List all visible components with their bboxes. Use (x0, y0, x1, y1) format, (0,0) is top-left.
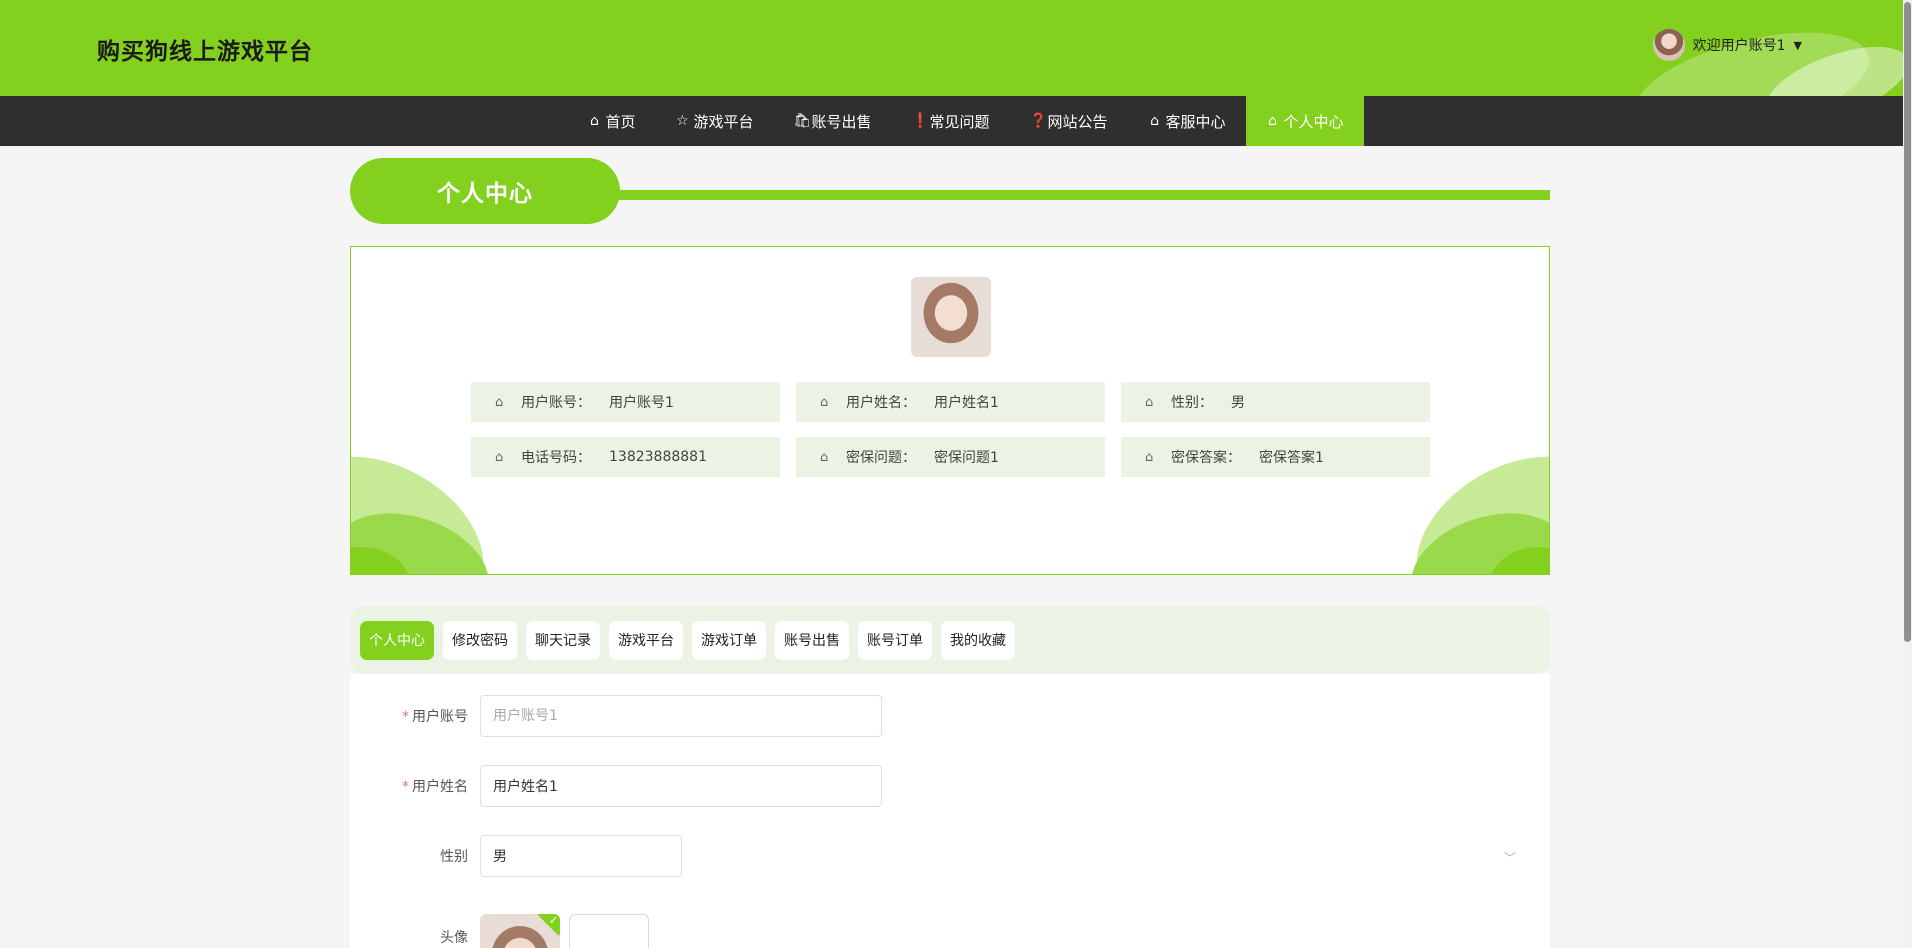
upload-button[interactable]: + (569, 914, 649, 948)
form-row-avatar: 头像 ✓ + (350, 900, 649, 948)
profile-form: *用户账号 *用户姓名 性别 男 ﹀ 头像 ✓ + (350, 674, 1550, 948)
required-mark: * (402, 709, 409, 725)
profile-info-grid: ⌂ 用户账号： 用户账号1 ⌂ 用户姓名： 用户姓名1 ⌂ 性别： 男 ⌂ 电话… (471, 382, 1430, 477)
alert-icon: ❗ (911, 113, 929, 129)
section-divider-line (610, 190, 1550, 200)
main-nav: ⌂ 首页 ☆ 游戏平台 🛍 账号出售 ❗ 常见问题 ❓ 网站公告 ⌂ 客服中心 … (0, 96, 1903, 146)
welcome-text: 欢迎用户账号1 (1692, 38, 1786, 54)
info-value: 用户姓名1 (934, 395, 999, 411)
info-label: 密保问题： (846, 450, 916, 466)
nav-item-customer-service[interactable]: ⌂ 客服中心 (1128, 96, 1246, 146)
scrollbar-thumb[interactable] (1904, 2, 1911, 642)
tab-personal-center[interactable]: 个人中心 (360, 620, 434, 660)
info-label: 用户账号： (521, 395, 591, 411)
nav-item-label: 客服中心 (1165, 112, 1226, 131)
info-name: ⌂ 用户姓名： 用户姓名1 (796, 382, 1105, 422)
form-row-name: * 用户姓名 (350, 765, 882, 807)
tab-change-password[interactable]: 修改密码 (443, 620, 517, 660)
tab-chat-history[interactable]: 聊天记录 (526, 620, 600, 660)
nav-item-account-sale[interactable]: 🛍 账号出售 (773, 96, 891, 146)
bag-icon: 🛍 (793, 113, 812, 129)
chevron-down-icon[interactable]: ﹀ (1504, 849, 1516, 866)
star-icon: ☆ (676, 113, 689, 129)
info-label: 密保答案： (1171, 450, 1241, 466)
nav-item-label: 网站公告 (1047, 112, 1108, 131)
nav-item-label: 游戏平台 (693, 112, 754, 131)
profile-tab-bar: 个人中心 修改密码 聊天记录 游戏平台 游戏订单 账号出售 账号订单 我的收藏 (350, 606, 1550, 674)
home-icon: ⌂ (495, 449, 504, 465)
name-input[interactable] (480, 765, 882, 807)
nav-item-faq[interactable]: ❗ 常见问题 (891, 96, 1009, 146)
account-input[interactable] (480, 695, 882, 737)
home-icon: ⌂ (1145, 394, 1154, 410)
info-account: ⌂ 用户账号： 用户账号1 (471, 382, 780, 422)
section-header: 个人中心 (350, 158, 1550, 224)
tab-account-sale[interactable]: 账号出售 (775, 620, 849, 660)
info-value: 用户账号1 (609, 395, 674, 411)
section-title: 个人中心 (350, 158, 620, 224)
nav-item-label: 首页 (605, 112, 636, 131)
home-icon: ⌂ (1150, 113, 1159, 129)
info-security-answer: ⌂ 密保答案： 密保答案1 (1121, 437, 1430, 477)
nav-item-label: 账号出售 (811, 112, 872, 131)
page-scrollbar[interactable] (1903, 0, 1912, 948)
home-icon: ⌂ (1145, 449, 1154, 465)
home-icon: ⌂ (495, 394, 504, 410)
gender-label: 性别 (440, 849, 468, 865)
avatar-thumbnail[interactable]: ✓ (480, 914, 560, 948)
nav-item-personal-center[interactable]: ⌂ 个人中心 (1245, 96, 1364, 146)
info-gender: ⌂ 性别： 男 (1121, 382, 1430, 422)
info-security-question: ⌂ 密保问题： 密保问题1 (796, 437, 1105, 477)
gender-select-value: 男 (493, 849, 507, 865)
info-phone: ⌂ 电话号码： 13823888881 (471, 437, 780, 477)
nav-item-label: 个人中心 (1283, 112, 1344, 131)
info-label: 电话号码： (521, 450, 591, 466)
home-icon: ⌂ (820, 394, 829, 410)
form-row-gender: 性别 男 ﹀ (350, 835, 1550, 877)
info-value: 13823888881 (609, 449, 707, 465)
account-label: * 用户账号 (350, 706, 480, 726)
tab-game-orders[interactable]: 游戏订单 (692, 620, 766, 660)
required-mark: * (402, 779, 409, 795)
user-menu[interactable]: 欢迎用户账号1 ▼ (1652, 29, 1802, 61)
nav-item-home[interactable]: ⌂ 首页 (567, 96, 655, 146)
info-value: 密保问题1 (934, 450, 999, 466)
name-label-text: 用户姓名 (412, 779, 468, 795)
home-icon: ⌂ (820, 449, 829, 465)
account-label-text: 用户账号 (412, 709, 468, 725)
gender-select[interactable]: 男 (480, 835, 682, 877)
profile-card: ⌂ 用户账号： 用户账号1 ⌂ 用户姓名： 用户姓名1 ⌂ 性别： 男 ⌂ 电话… (350, 246, 1550, 575)
info-label: 用户姓名： (846, 395, 916, 411)
plus-icon: + (596, 944, 621, 948)
form-row-account: * 用户账号 (350, 695, 882, 737)
tab-game-platform[interactable]: 游戏平台 (609, 620, 683, 660)
home-icon: ⌂ (1268, 113, 1277, 129)
profile-avatar (911, 277, 991, 357)
header-bar: 购买狗线上游戏平台 欢迎用户账号1 ▼ (0, 0, 1912, 96)
nav-item-label: 常见问题 (929, 112, 990, 131)
info-label: 性别： (1171, 395, 1213, 411)
info-value: 密保答案1 (1259, 450, 1324, 466)
user-avatar (1652, 29, 1685, 61)
nav-item-game-platform[interactable]: ☆ 游戏平台 (655, 96, 773, 146)
question-icon: ❓ (1029, 113, 1047, 129)
tab-account-orders[interactable]: 账号订单 (858, 620, 932, 660)
caret-down-icon: ▼ (1793, 38, 1802, 52)
tab-my-favorites[interactable]: 我的收藏 (941, 620, 1015, 660)
avatar-label: 头像 (440, 930, 468, 946)
nav-item-announcement[interactable]: ❓ 网站公告 (1010, 96, 1128, 146)
check-icon: ✓ (548, 914, 558, 927)
avatar-uploader: ✓ + (480, 900, 649, 948)
info-value: 男 (1231, 395, 1245, 411)
home-icon: ⌂ (589, 113, 599, 129)
site-title: 购买狗线上游戏平台 (97, 39, 313, 65)
name-label: * 用户姓名 (350, 776, 480, 796)
